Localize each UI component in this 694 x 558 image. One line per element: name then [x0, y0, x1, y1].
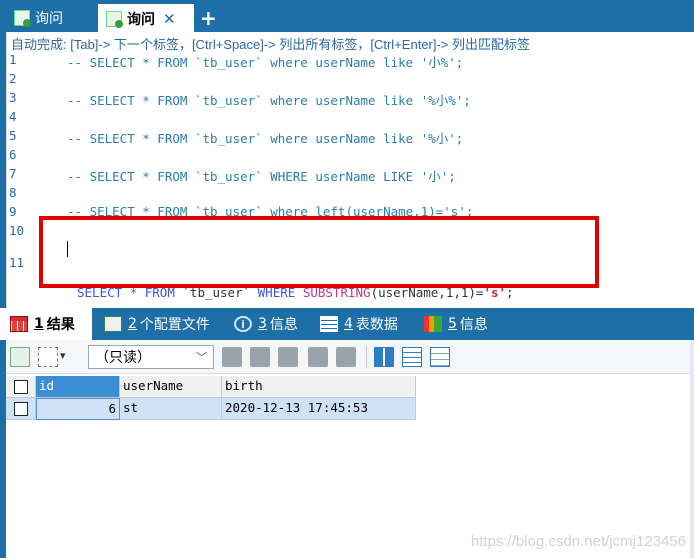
row-checkbox[interactable]	[6, 398, 36, 420]
code-text: -- SELECT * FROM `tb_user` where userNam…	[67, 131, 464, 146]
mode-select[interactable]: （只读） ﹀	[88, 345, 214, 369]
line-number: 10	[9, 223, 25, 238]
tab-label: 询问	[127, 12, 155, 28]
tab-number: 5	[448, 316, 457, 332]
code-line: 3 -- SELECT * FROM `tb_user` where userNa…	[7, 90, 687, 108]
code-line: 7 -- SELECT * FROM `tb_user` WHERE userNa…	[7, 166, 687, 184]
code-line: 4	[7, 109, 687, 127]
save-icon[interactable]	[278, 347, 298, 367]
column-header-id[interactable]: id	[36, 376, 120, 398]
profile-icon	[104, 316, 122, 332]
cell-birth[interactable]: 2020-12-13 17:45:53	[222, 398, 416, 420]
chevron-down-icon[interactable]: ▾	[60, 349, 66, 362]
tab-results[interactable]: 1 结果	[0, 308, 92, 340]
tab-query-1[interactable]: 询问	[6, 4, 90, 32]
form-view-icon[interactable]	[402, 347, 422, 367]
red-highlight-box	[39, 216, 599, 288]
query-icon	[14, 10, 31, 27]
results-grid-icon	[10, 316, 28, 332]
cell-username[interactable]: st	[120, 398, 222, 420]
tab-label: 个配置文件	[139, 317, 210, 333]
query-tab-bar: 询问 询问 ✕ +	[0, 0, 694, 32]
tab-label: 信息	[459, 317, 488, 333]
line-number: 2	[9, 71, 17, 86]
result-tab-bar: 1 结果 2 个配置文件 i 3 信息 4 表数据 5 信息	[0, 308, 694, 340]
autocomplete-hint: 自动完成: [Tab]-> 下一个标签，[Ctrl+Space]-> 列出所有标…	[11, 37, 531, 52]
code-line: 8	[7, 185, 687, 203]
tab-info[interactable]: i 3 信息	[224, 308, 298, 340]
cell-id[interactable]: 6	[36, 398, 120, 420]
close-icon[interactable]: ✕	[163, 10, 176, 28]
table-row[interactable]: 6 st 2020-12-13 17:45:53	[6, 398, 416, 420]
toolbar-divider	[366, 346, 367, 368]
line-number: 5	[9, 128, 17, 143]
chevron-down-icon: ﹀	[196, 351, 207, 364]
result-toolbar: ▾ （只读） ﹀	[6, 340, 694, 374]
query-icon	[106, 11, 123, 28]
tab-query-2-active[interactable]: 询问 ✕	[98, 4, 194, 32]
tab-number: 4	[344, 316, 353, 332]
grid-header-row: id userName birth	[6, 376, 416, 398]
right-frame	[690, 340, 694, 558]
tab-number: 2	[128, 316, 137, 332]
duplicate-row-icon[interactable]	[250, 347, 270, 367]
add-tab-button[interactable]: +	[200, 6, 217, 30]
table-icon	[320, 316, 338, 332]
tab-label: 询问	[35, 11, 63, 27]
export-icon[interactable]	[10, 347, 30, 367]
line-number: 4	[9, 109, 17, 124]
tab-label: 表数据	[355, 317, 398, 333]
line-number: 1	[9, 52, 17, 67]
tab-table-data[interactable]: 4 表数据	[310, 308, 398, 340]
tab-profile[interactable]: 2 个配置文件	[94, 308, 210, 340]
info-icon: i	[234, 316, 252, 332]
chart-icon	[424, 316, 442, 332]
tab-number: 1	[34, 316, 44, 332]
line-number: 7	[9, 166, 17, 181]
line-number: 9	[9, 204, 17, 219]
tab-label: 信息	[269, 317, 298, 333]
code-line: 6	[7, 147, 687, 165]
insert-row-icon[interactable]	[222, 347, 242, 367]
tab-number: 3	[258, 316, 267, 332]
tab-label: 结果	[46, 317, 75, 333]
text-view-icon[interactable]	[430, 347, 450, 367]
select-grid-icon[interactable]	[38, 347, 58, 367]
mode-select-value: （只读）	[95, 350, 151, 366]
select-all-checkbox[interactable]	[6, 376, 36, 398]
code-text: -- SELECT * FROM `tb_user` where userNam…	[67, 55, 464, 70]
delete-icon[interactable]	[308, 347, 328, 367]
code-line: 5 -- SELECT * FROM `tb_user` where userNa…	[7, 128, 687, 146]
tab-info-2[interactable]: 5 信息	[414, 308, 488, 340]
code-text: -- SELECT * FROM `tb_user` WHERE userNam…	[67, 169, 456, 184]
column-header-birth[interactable]: birth	[222, 376, 416, 398]
grid-view-icon[interactable]	[374, 347, 394, 367]
line-number: 11	[9, 255, 25, 270]
code-text: -- SELECT * FROM `tb_user` where userNam…	[67, 93, 471, 108]
column-header-username[interactable]: userName	[120, 376, 222, 398]
cancel-changes-icon[interactable]	[336, 347, 356, 367]
line-number: 8	[9, 185, 17, 200]
line-number: 6	[9, 147, 17, 162]
code-line: 1 -- SELECT * FROM `tb_user` where userNa…	[7, 52, 687, 70]
watermark: https://blog.csdn.net/jcmj123456	[470, 533, 686, 550]
line-number: 3	[9, 90, 17, 105]
code-line: 2	[7, 71, 687, 89]
